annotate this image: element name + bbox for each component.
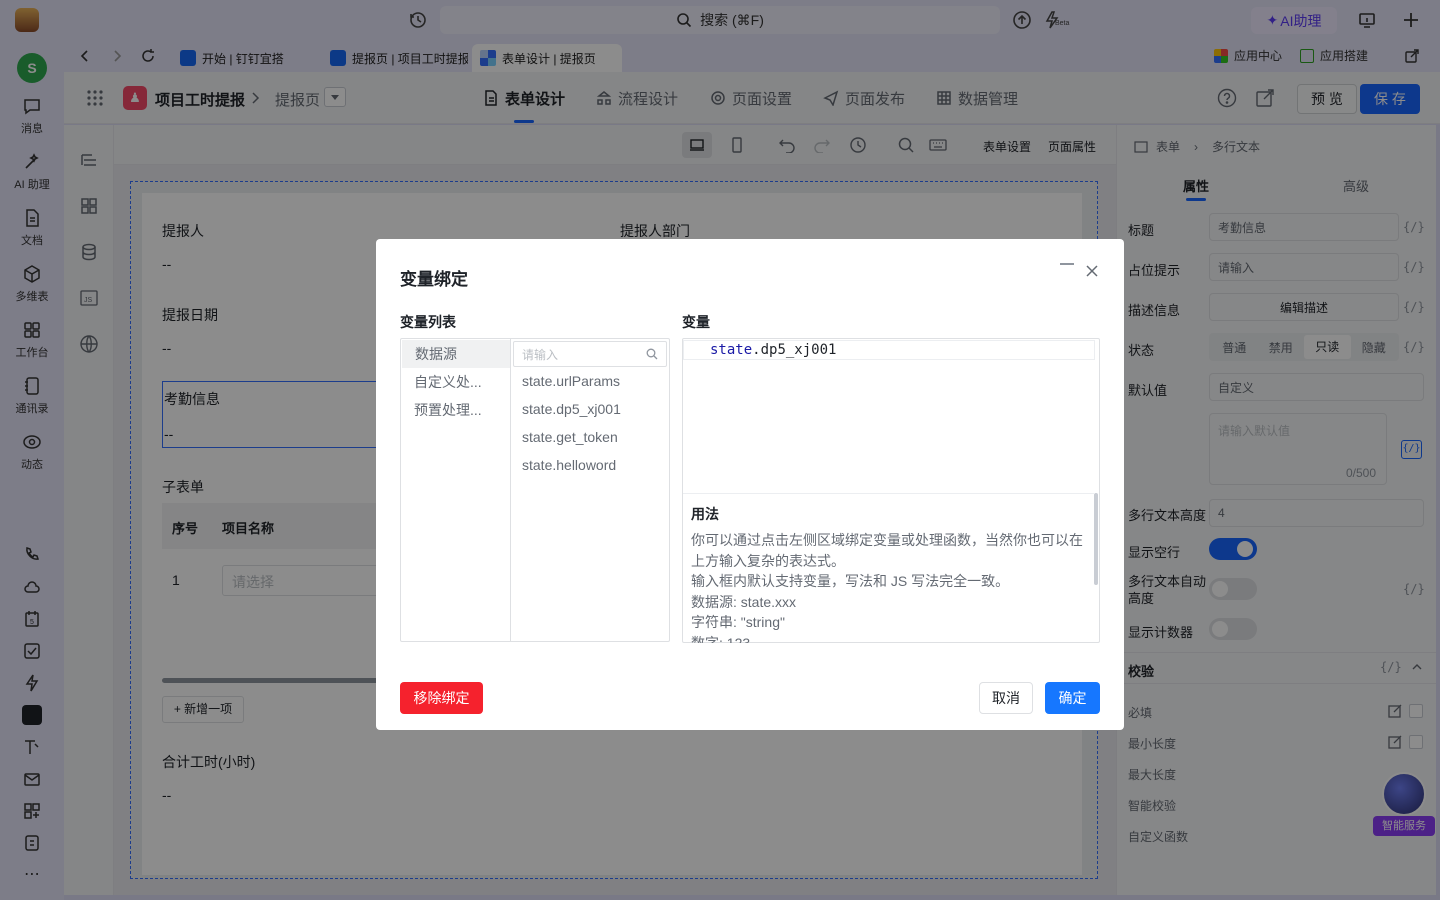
code-keyword: state [710, 342, 753, 358]
variable-search-input[interactable]: 请输入 [513, 341, 667, 367]
usage-line: 数字: 123 [691, 634, 751, 644]
category-datasource[interactable]: 数据源 [402, 340, 510, 368]
usage-line: 输入框内默认支持变量，写法和 JS 写法完全一致。 [691, 573, 1010, 589]
variable-dp5-xj001[interactable]: state.dp5_xj001 [522, 401, 621, 417]
variable-editor-title: 变量 [682, 314, 710, 330]
usage-line: 你可以通过点击左侧区域绑定变量或处理函数，当然你也可以在上方输入复杂的表达式。 [691, 532, 1083, 569]
remove-binding-button[interactable]: 移除绑定 [400, 682, 483, 714]
cancel-button[interactable]: 取消 [979, 682, 1033, 714]
minimize-icon[interactable] [1060, 263, 1074, 265]
category-preset-handler[interactable]: 预置处理... [401, 396, 510, 424]
variable-binding-dialog: 变量绑定 变量列表 变量 数据源 自定义处... 预置处理... 请输入 sta… [376, 239, 1124, 730]
usage-title: 用法 [691, 506, 719, 522]
expression-editor[interactable]: state.dp5_xj001 用法 你可以通过点击左侧区域绑定变量或处理函数，… [682, 338, 1100, 643]
variable-helloword[interactable]: state.helloword [522, 457, 616, 473]
dialog-title: 变量绑定 [400, 270, 468, 289]
category-custom-handler[interactable]: 自定义处... [401, 368, 510, 396]
code-line[interactable]: state.dp5_xj001 [683, 340, 1095, 360]
usage-line: 字符串: "string" [691, 614, 785, 630]
variable-url-params[interactable]: state.urlParams [522, 373, 620, 389]
usage-help: 用法 你可以通过点击左侧区域绑定变量或处理函数，当然你也可以在上方输入复杂的表达… [683, 493, 1095, 643]
close-icon[interactable] [1085, 264, 1099, 278]
variable-categories: 数据源 自定义处... 预置处理... [401, 339, 511, 641]
variable-search-placeholder: 请输入 [522, 347, 559, 362]
usage-line: 数据源: state.xxx [691, 593, 797, 610]
confirm-button[interactable]: 确定 [1045, 682, 1100, 714]
variable-list-title: 变量列表 [400, 314, 456, 330]
search-icon [646, 348, 658, 360]
variable-get-token[interactable]: state.get_token [522, 429, 618, 445]
code-property: .dp5_xj001 [752, 342, 837, 358]
